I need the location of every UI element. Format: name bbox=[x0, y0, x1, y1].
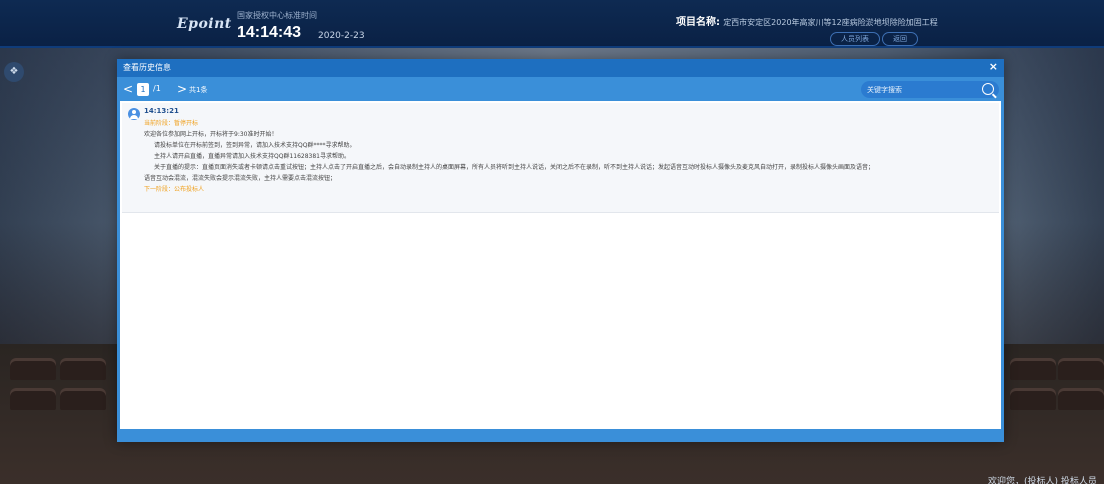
next-page-button[interactable]: > bbox=[177, 82, 187, 96]
search-box bbox=[861, 81, 999, 98]
welcome-text: 欢迎您，(投标人) 投标人员 bbox=[988, 477, 1097, 484]
search-icon[interactable] bbox=[982, 83, 994, 95]
people-list-button[interactable]: 人员列表 bbox=[830, 32, 880, 46]
message-line: 请投标单位在开标前签到，签到异常，请加入技术支持QQ群****寻求帮助。 bbox=[154, 142, 356, 149]
seat-decor bbox=[1010, 388, 1056, 410]
project-name: 定西市安定区2020年高家川等12座病险淤地坝除险加固工程 bbox=[723, 18, 938, 27]
message-time: 14:13:21 bbox=[144, 107, 179, 115]
message-line: 语音互动会混流，混流失败会提示混流失败，主持人需要点击混流按钮； bbox=[144, 175, 337, 182]
clock-time: 14:14:43 bbox=[237, 24, 302, 41]
record-count: 共1条 bbox=[189, 86, 208, 94]
current-page[interactable]: 1 bbox=[137, 83, 149, 96]
seat-decor bbox=[60, 388, 106, 410]
history-modal: 查看历史信息 × < 1 /1 > 共1条 14:13:21 当前阶段：暂停开标… bbox=[117, 59, 1004, 442]
message-line: 主持人请开启直播，直播异常请加入技术支持QQ群1162838​1寻求帮助。 bbox=[154, 153, 350, 160]
next-stage: 下一阶段：公布投标人 bbox=[144, 186, 205, 193]
prev-page-button[interactable]: < bbox=[123, 82, 133, 96]
top-header: Epoint 国家授权中心标准时间 14:14:43 2020-2-23 项目名… bbox=[0, 0, 1104, 48]
seat-decor bbox=[1058, 388, 1104, 410]
back-button[interactable]: 返回 bbox=[882, 32, 918, 46]
seat-decor bbox=[10, 388, 56, 410]
current-stage: 当前阶段：暂停开标 bbox=[144, 120, 199, 127]
seat-decor bbox=[60, 358, 106, 380]
clock-date: 2020-2-23 bbox=[318, 31, 365, 41]
search-input[interactable] bbox=[867, 83, 967, 96]
share-icon[interactable]: ❖ bbox=[4, 62, 24, 82]
message-list: 14:13:21 当前阶段：暂停开标 欢迎各位参加网上开标，开标将于9:30准时… bbox=[120, 101, 1001, 429]
clock-label: 国家授权中心标准时间 bbox=[237, 11, 317, 20]
epoint-logo: Epoint bbox=[177, 16, 232, 32]
avatar bbox=[128, 108, 140, 120]
close-icon[interactable]: × bbox=[989, 60, 998, 73]
project-label: 项目名称: bbox=[676, 17, 720, 28]
seat-decor bbox=[1010, 358, 1056, 380]
message-line: 欢迎各位参加网上开标，开标将于9:30准时开始！ bbox=[144, 131, 278, 138]
project-info: 项目名称: 定西市安定区2020年高家川等12座病险淤地坝除险加固工程 bbox=[676, 13, 938, 28]
total-pages: /1 bbox=[153, 84, 161, 93]
message-line: 关于直播的提示：直播页面消失或者卡顿请点击重试按钮；主持人点击了开启直播之后，会… bbox=[154, 164, 875, 171]
modal-title: 查看历史信息 bbox=[123, 63, 171, 72]
list-item: 14:13:21 当前阶段：暂停开标 欢迎各位参加网上开标，开标将于9:30准时… bbox=[122, 103, 999, 213]
seat-decor bbox=[10, 358, 56, 380]
modal-titlebar: 查看历史信息 × bbox=[117, 59, 1004, 77]
seat-decor bbox=[1058, 358, 1104, 380]
